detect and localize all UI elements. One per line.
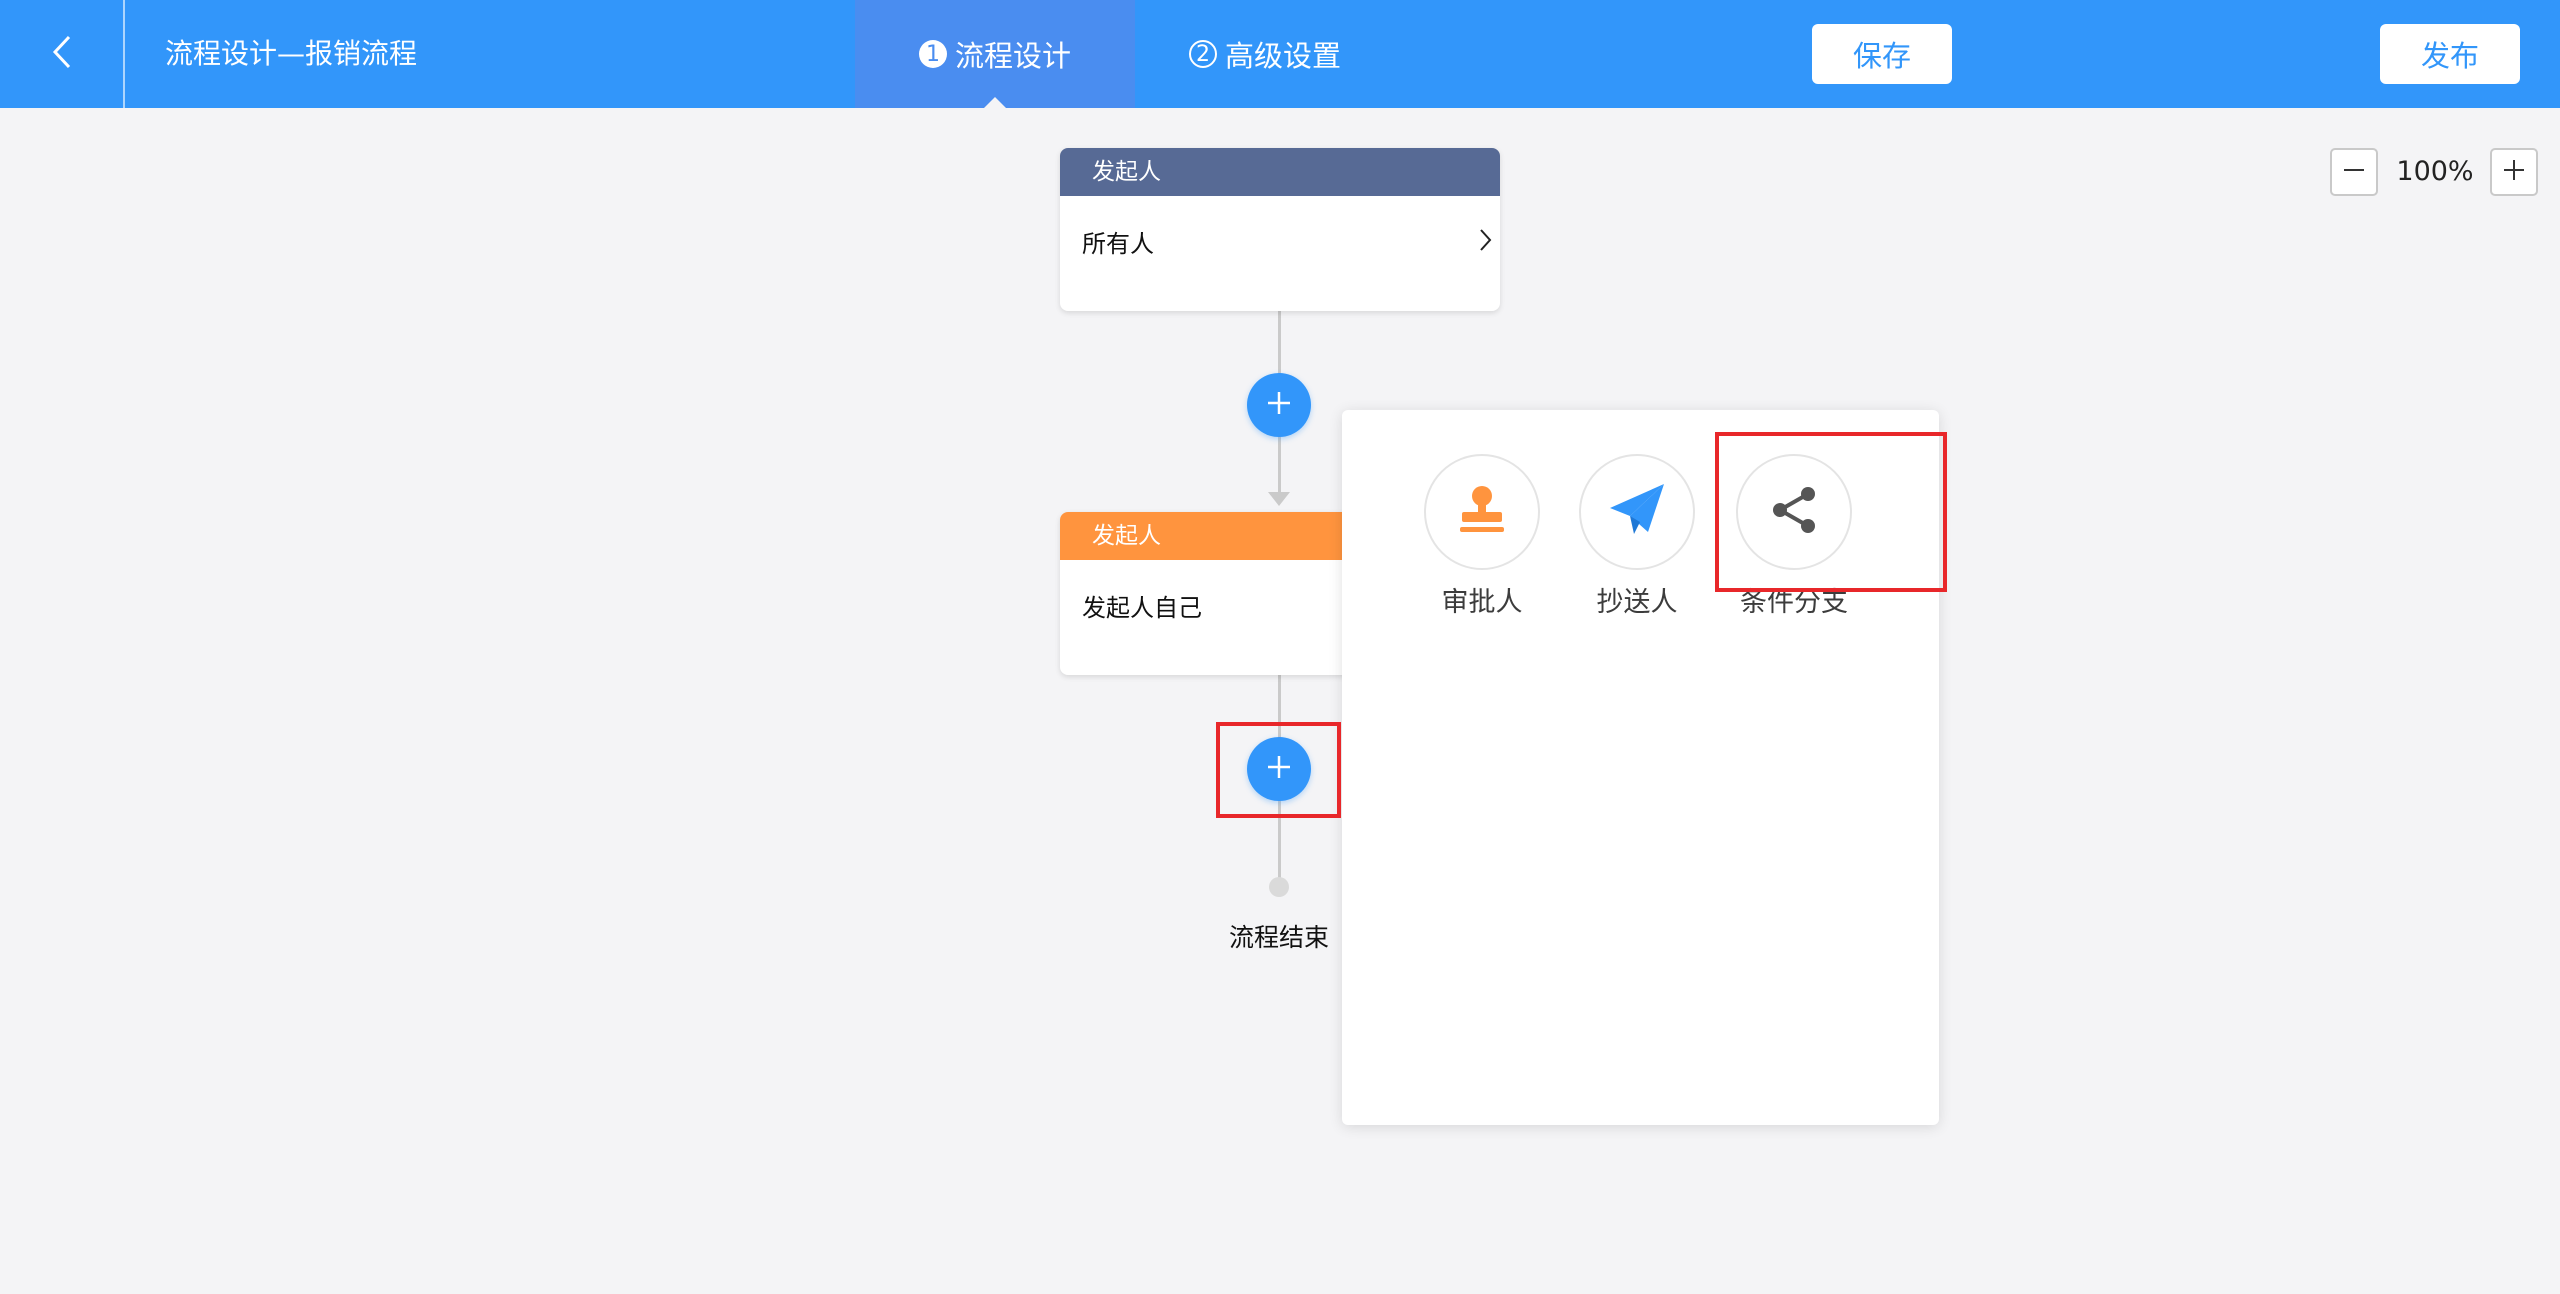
step-number-2: 2 [1188,40,1217,68]
option-circle [1424,454,1540,570]
stamp-icon [1454,484,1510,540]
option-circle [1579,454,1695,570]
node-title: 发起人 [1060,148,1500,196]
save-button[interactable]: 保存 [1812,24,1952,84]
paper-plane-icon [1608,482,1666,542]
plus-icon [1266,754,1292,784]
end-dot [1269,877,1289,897]
publish-button[interactable]: 发布 [2380,24,2520,84]
top-bar: 流程设计—报销流程 1 流程设计 2 高级设置 保存 发布 [0,0,2560,108]
zoom-level: 100% [2396,156,2474,187]
back-button[interactable] [0,0,125,108]
option-label: 抄送人 [1596,587,1678,618]
node-content: 发起人自己 [1082,594,1202,622]
option-label: 审批人 [1441,587,1523,618]
active-tab-caret [984,97,1006,108]
minus-icon [2342,158,2366,186]
zoom-in-button[interactable] [2490,148,2538,196]
plus-icon [1266,390,1292,420]
condition-branch-option[interactable]: 条件分支 [1734,454,1854,619]
approver-option[interactable]: 审批人 [1422,454,1542,619]
node-content: 所有人 [1082,230,1154,258]
chevron-left-icon [51,34,73,74]
share-icon [1768,484,1820,540]
tab-label: 高级设置 [1224,39,1341,73]
tab-advanced-settings[interactable]: 2 高级设置 [1165,0,1365,108]
cc-option[interactable]: 抄送人 [1577,454,1697,619]
add-node-button[interactable] [1247,373,1311,437]
option-label: 条件分支 [1740,587,1848,618]
page-title: 流程设计—报销流程 [165,37,418,70]
step-number-1: 1 [918,40,947,68]
chevron-right-icon [1478,228,1492,258]
zoom-out-button[interactable] [2330,148,2378,196]
tab-label: 流程设计 [954,39,1071,73]
connector-arrow [1268,492,1290,506]
add-node-popover: 审批人 抄送人 条件分支 [1342,410,1939,1125]
tab-process-design[interactable]: 1 流程设计 [855,0,1135,108]
initiator-node[interactable]: 发起人 所有人 [1060,148,1500,311]
node-body: 所有人 [1060,196,1500,311]
plus-icon [2502,158,2526,186]
option-circle [1736,454,1852,570]
add-node-button[interactable] [1247,737,1311,801]
